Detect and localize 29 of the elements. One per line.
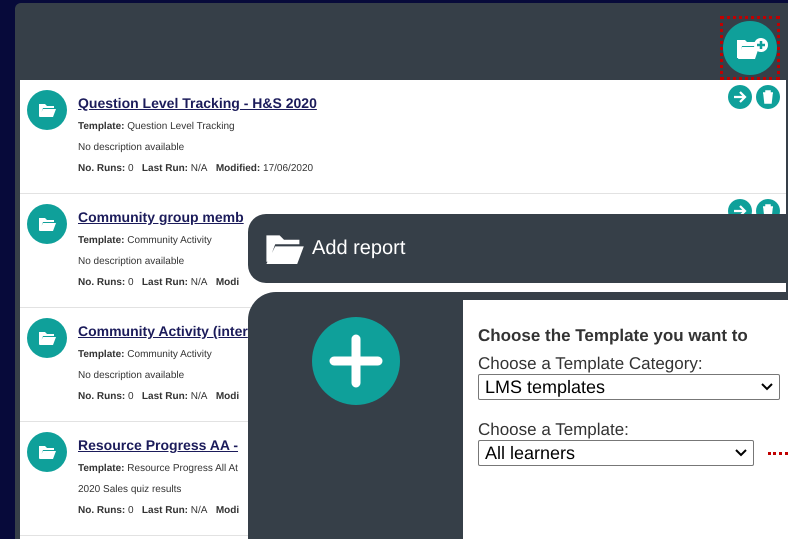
chevron-down-icon: [735, 449, 747, 457]
arrow-right-icon: [733, 91, 747, 103]
report-description: 2020 Sales quiz results: [78, 484, 182, 495]
report-title-link[interactable]: Question Level Tracking - H&S 2020: [78, 95, 317, 111]
template-select[interactable]: All learners: [478, 440, 754, 466]
trash-icon: [762, 90, 774, 104]
report-stats: No. Runs: 0 Last Run: N/A Modified: 17/06/2020: [78, 163, 314, 174]
category-label: Choose a Template Category:: [478, 354, 704, 374]
report-stats: No. Runs: 0 Last Run: N/A Modi: [78, 277, 240, 288]
report-stats: No. Runs: 0 Last Run: N/A Modi: [78, 505, 240, 516]
report-template: Template: Community Activity: [78, 235, 213, 246]
arrow-right-icon: [733, 205, 747, 217]
template-label: Choose a Template:: [478, 420, 630, 440]
report-description: No description available: [78, 370, 186, 381]
report-template: Template: Question Level Tracking: [78, 121, 236, 132]
report-description: No description available: [78, 142, 186, 153]
report-template: Template: Community Activity: [78, 349, 213, 360]
report-title-link[interactable]: Community group memb: [78, 209, 244, 225]
report-description: No description available: [78, 256, 186, 267]
report-template: Template: Resource Progress All At: [78, 463, 239, 474]
dialog-heading: Choose the Template you want to: [478, 326, 749, 346]
report-stats: No. Runs: 0 Last Run: N/A Modi: [78, 391, 240, 402]
chevron-down-icon: [761, 383, 773, 391]
folder-plus-icon: [723, 20, 777, 74]
report-title-link[interactable]: Resource Progress AA -: [78, 437, 240, 453]
add-report-button[interactable]: [720, 16, 780, 80]
report-title-link[interactable]: Community Activity (inter: [78, 323, 248, 339]
dialog-title: Add report: [312, 237, 406, 260]
category-select[interactable]: LMS templates: [478, 374, 780, 400]
